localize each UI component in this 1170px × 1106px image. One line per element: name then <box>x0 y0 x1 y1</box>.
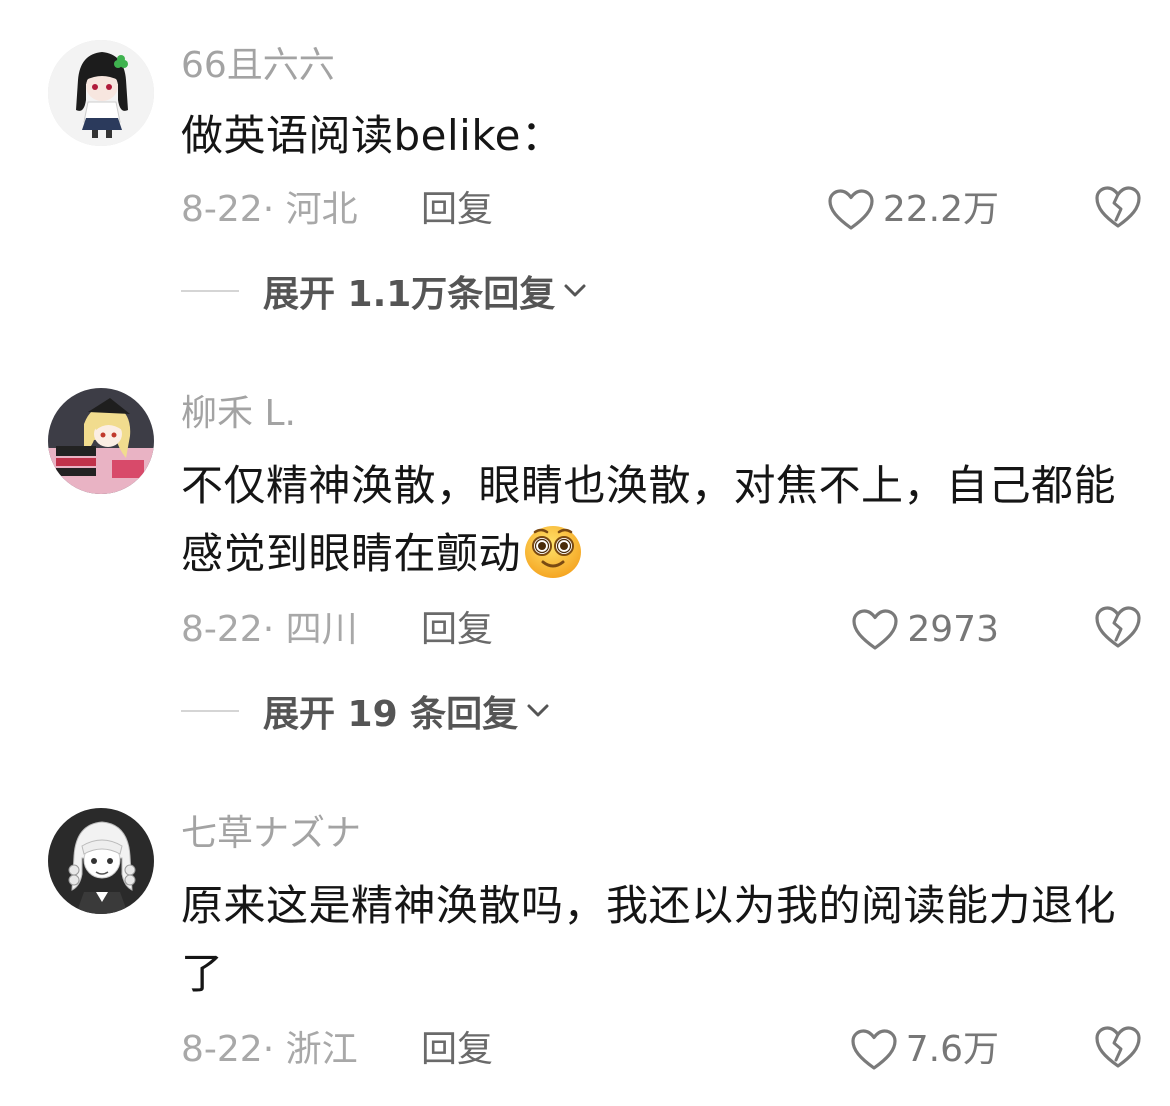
broken-heart-icon <box>1095 606 1141 648</box>
time-location: 8-22· 浙江 <box>181 1029 358 1070</box>
like-button[interactable]: 7.6万 <box>850 1026 999 1074</box>
comment-meta: 8-22· 河北 回复 22.2万 <box>181 182 1141 238</box>
chevron-down-icon <box>527 704 549 717</box>
expand-replies-button[interactable]: 展开 1.1万条回复 <box>181 266 587 316</box>
dislike-button[interactable] <box>1095 1024 1141 1074</box>
dislike-button[interactable] <box>1095 184 1141 234</box>
chevron-down-icon <box>564 284 586 297</box>
username[interactable]: 柳禾 L. <box>181 392 296 436</box>
like-button[interactable]: 2973 <box>851 606 999 654</box>
like-count: 2973 <box>907 609 999 650</box>
divider-line <box>181 710 239 712</box>
heart-outline-icon <box>851 1029 897 1070</box>
heart-outline-icon <box>852 609 898 650</box>
comment-text: 做英语阅读belike： <box>181 111 564 160</box>
expand-replies-label: 展开 19 条回复 <box>263 694 519 735</box>
broken-heart-icon <box>1095 186 1141 228</box>
avatar[interactable] <box>48 808 154 914</box>
reply-button[interactable]: 回复 <box>421 1028 493 1072</box>
time-location: 8-22· 河北 <box>181 189 358 230</box>
reply-button[interactable]: 回复 <box>421 188 493 232</box>
like-button[interactable]: 22.2万 <box>827 186 999 234</box>
comment-text-body: 不仅精神涣散，眼睛也涣散，对焦不上，自己都能感觉到眼睛在颤动 <box>181 461 1117 578</box>
like-count: 22.2万 <box>882 189 999 230</box>
expand-replies-button[interactable]: 展开 19 条回复 <box>181 686 550 736</box>
avatar[interactable] <box>48 40 154 146</box>
time-location: 8-22· 四川 <box>181 609 358 650</box>
avatar[interactable] <box>48 388 154 494</box>
divider-line <box>181 290 239 292</box>
like-count: 7.6万 <box>905 1029 999 1070</box>
comment-meta: 8-22· 浙江 回复 7.6万 <box>181 1022 1141 1078</box>
expand-replies-label: 展开 1.1万条回复 <box>263 274 556 315</box>
reply-button[interactable]: 回复 <box>421 608 493 652</box>
dislike-button[interactable] <box>1095 604 1141 654</box>
broken-heart-icon <box>1095 1026 1141 1068</box>
username[interactable]: 66且六六 <box>181 44 335 88</box>
username[interactable]: 七草ナズナ <box>181 812 361 856</box>
dizzy-face-emoji <box>523 522 583 600</box>
heart-outline-icon <box>828 189 874 230</box>
comment-text: 不仅精神涣散，眼睛也涣散，对焦不上，自己都能感觉到眼睛在颤动 <box>181 452 1116 600</box>
comment-text: 原来这是精神涣散吗，我还以为我的阅读能力退化了 <box>181 881 1117 998</box>
comment-meta: 8-22· 四川 回复 2973 <box>181 602 1141 658</box>
